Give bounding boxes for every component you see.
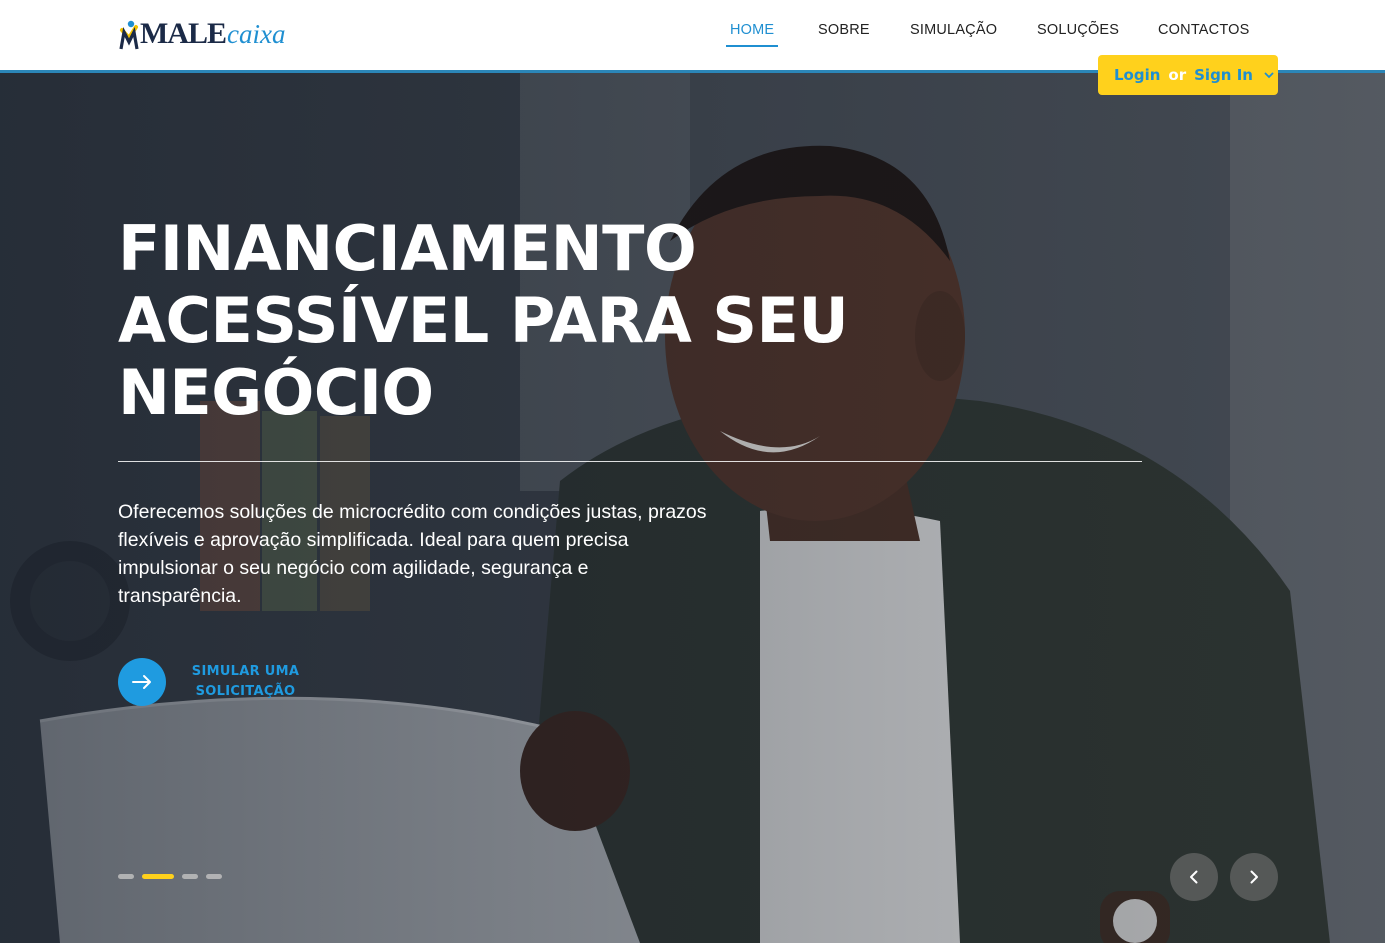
hero-headline: FINANCIAMENTO ACESSÍVEL PARA SEU NEGÓCIO bbox=[118, 213, 918, 429]
nav-sobre[interactable]: SOBRE bbox=[818, 22, 870, 38]
slider-pagination bbox=[118, 874, 222, 879]
chevron-down-icon[interactable] bbox=[1263, 69, 1275, 81]
nav-solucoes[interactable]: SOLUÇÕES bbox=[1037, 22, 1119, 38]
nav-simulacao[interactable]: SIMULAÇÃO bbox=[910, 22, 997, 38]
login-signin-button[interactable]: Login or Sign In bbox=[1098, 55, 1278, 95]
logo-main-text: MALE bbox=[140, 17, 227, 50]
simulate-request-cta[interactable]: SIMULAR UMA SOLICITAÇÃO bbox=[118, 658, 303, 706]
chevron-right-icon bbox=[1250, 870, 1258, 884]
brand-logo[interactable]: MALE caixa bbox=[118, 10, 285, 50]
slider-prev-button[interactable] bbox=[1170, 853, 1218, 901]
nav-contactos[interactable]: CONTACTOS bbox=[1158, 22, 1250, 38]
nav-home[interactable]: HOME bbox=[726, 22, 779, 47]
slide-dot-3[interactable] bbox=[182, 874, 198, 879]
nav-active-underline bbox=[726, 45, 779, 47]
signin-link[interactable]: Sign In bbox=[1194, 66, 1253, 84]
slide-dot-1[interactable] bbox=[118, 874, 134, 879]
hero-divider bbox=[118, 461, 1142, 462]
headline-line-1: FINANCIAMENTO bbox=[118, 212, 697, 285]
or-label: or bbox=[1168, 66, 1187, 84]
logo-figure-icon bbox=[119, 20, 139, 50]
slide-dot-2[interactable] bbox=[142, 874, 174, 879]
slider-next-button[interactable] bbox=[1230, 853, 1278, 901]
login-link[interactable]: Login bbox=[1114, 66, 1160, 84]
headline-line-3: NEGÓCIO bbox=[118, 356, 434, 429]
hero-description: Oferecemos soluções de microcrédito com … bbox=[118, 501, 707, 607]
logo-sub-text: caixa bbox=[227, 19, 286, 49]
cta-button-circle[interactable] bbox=[118, 658, 166, 706]
chevron-left-icon bbox=[1190, 870, 1198, 884]
cta-label[interactable]: SIMULAR UMA SOLICITAÇÃO bbox=[188, 662, 303, 702]
arrow-right-icon bbox=[132, 675, 151, 689]
headline-line-2: ACESSÍVEL PARA SEU bbox=[118, 284, 849, 357]
slide-dot-4[interactable] bbox=[206, 874, 222, 879]
